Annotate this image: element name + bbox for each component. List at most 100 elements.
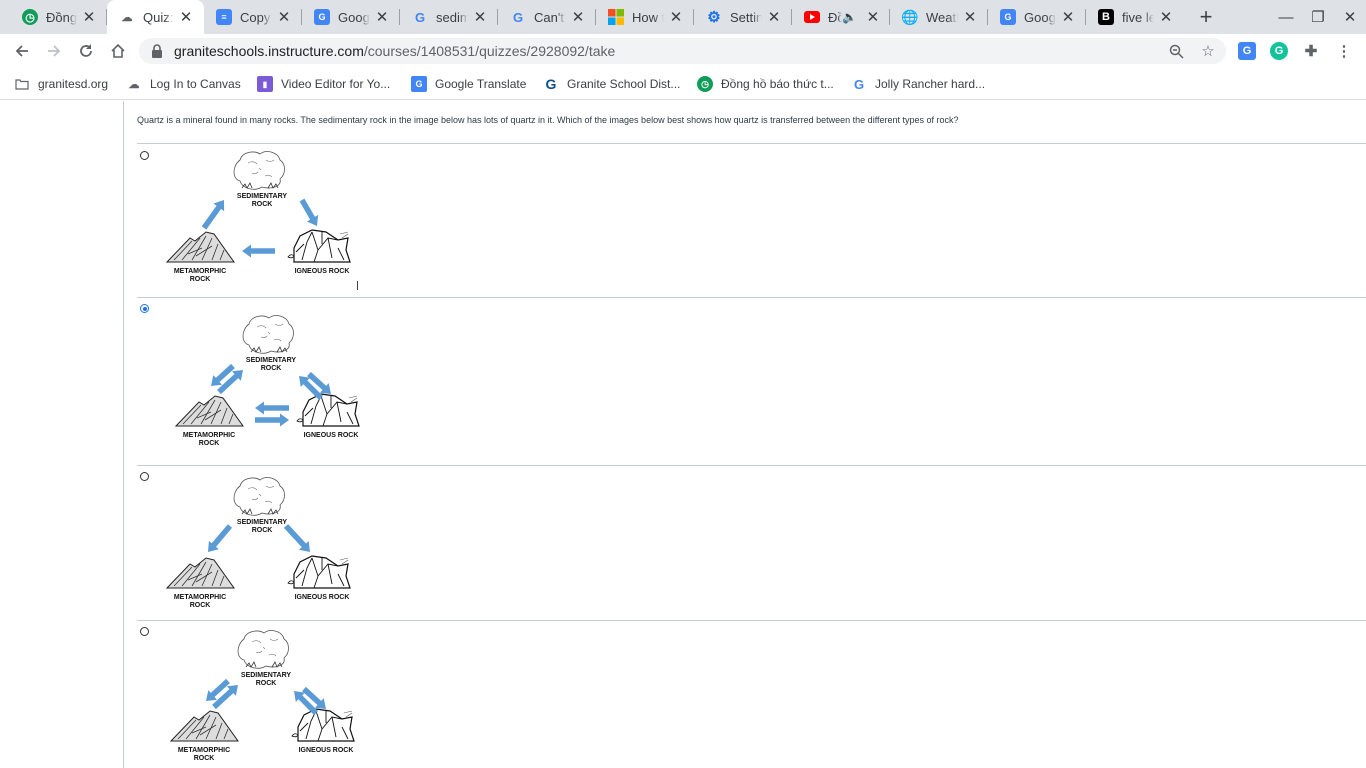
tab-google-translate[interactable]: G Google ✕ (302, 0, 400, 34)
close-icon[interactable]: ✕ (1158, 9, 1174, 26)
tab-five-letter[interactable]: B five letter ✕ (1086, 0, 1184, 34)
bookmark-jolly-rancher[interactable]: G Jolly Rancher hard... (851, 75, 985, 93)
close-icon[interactable]: ✕ (1060, 9, 1076, 26)
tab-settings[interactable]: ⚙ Settings ✕ (694, 0, 792, 34)
forward-button[interactable] (42, 39, 66, 63)
folder-icon (14, 76, 30, 92)
answer-radio-2[interactable] (140, 304, 149, 313)
tab-title: Weather (926, 9, 958, 25)
google-g-icon: G (853, 76, 865, 92)
youtube-icon (804, 9, 820, 25)
igneous-pebble-shape (287, 254, 295, 259)
close-icon[interactable]: ✕ (374, 9, 390, 26)
answer-radio-4[interactable] (140, 627, 149, 636)
tab-dong-ho[interactable]: ◷ Đồng hồ ✕ (10, 0, 107, 34)
close-window-button[interactable]: ✕ (1338, 5, 1362, 29)
google-translate-extension-icon[interactable]: G (1238, 42, 1256, 60)
metamorphic-rock: METAMORPHICROCK (165, 557, 235, 609)
close-icon[interactable]: ✕ (178, 9, 194, 26)
close-icon[interactable]: ✕ (276, 9, 292, 26)
speaker-icon[interactable]: 🔈 (842, 10, 857, 24)
igneous-rock: IGNEOUS ROCK (287, 555, 351, 601)
bookmark-dong-ho[interactable]: ◷ Đồng hồ báo thức t... (697, 75, 834, 93)
bookmark-google-translate[interactable]: G Google Translate (411, 75, 526, 93)
sedimentary-label-line-2: ROCK (256, 680, 277, 687)
bookmark-label: Jolly Rancher hard... (875, 77, 986, 91)
rock-cycle-diagram-2: SEDIMENTARYROCK METAMORPHICROCK IGNEOUS … (174, 315, 360, 447)
close-icon[interactable]: ✕ (962, 9, 978, 26)
bookmark-label: Đồng hồ báo thức t... (721, 77, 834, 91)
tab-title: Can't f (534, 9, 566, 25)
answer-option-2[interactable]: SEDIMENTARY ROCK METAMORPHIC ROCK IGNEOUS … (137, 297, 1366, 465)
metamorphic-rock: METAMORPHICROCK (165, 231, 235, 283)
tab-title: five letter (1122, 9, 1154, 25)
sedimentary-label-line-2: ROCK (261, 365, 282, 372)
bookmark-granitesd[interactable]: granitesd.org (14, 75, 108, 93)
back-button[interactable] (10, 39, 34, 63)
grammarly-icon[interactable]: G (1270, 42, 1288, 60)
tab-cant[interactable]: G Can't f ✕ (498, 0, 596, 34)
metamorphic-label-line-1: METAMORPHIC (183, 432, 235, 439)
igneous-pebble-shape (296, 418, 304, 423)
bookmark-video-editor[interactable]: ▮ Video Editor for Yo... (257, 75, 390, 93)
text-cursor (357, 281, 358, 290)
clock-green-icon: ◷ (697, 76, 713, 92)
menu-kebab-icon[interactable]: ⋮ (1335, 42, 1353, 60)
question-text: Quartz is a mineral found in many rocks.… (137, 115, 959, 125)
answer-option-3[interactable]: SEDIMENTARY ROCK METAMORPHIC ROCK IGNEOUS … (137, 465, 1366, 620)
arrow-shape (242, 244, 275, 258)
tab-google-translate-2[interactable]: G Google ✕ (988, 0, 1086, 34)
igneous-rock: IGNEOUS ROCK (287, 229, 351, 275)
tab-how-to[interactable]: How to ✕ (596, 0, 694, 34)
video-editor-icon: ▮ (257, 76, 273, 92)
sedimentary-label-line-1: SEDIMENTARY (241, 672, 292, 679)
forward-arrow-icon (48, 45, 61, 57)
tab-title: Google (1024, 9, 1056, 25)
close-icon[interactable]: ✕ (81, 9, 97, 26)
url-text[interactable]: graniteschools.instructure.com/courses/1… (174, 43, 615, 59)
answer-radio-3[interactable] (140, 472, 149, 481)
reload-button[interactable] (74, 39, 98, 63)
close-icon[interactable]: ✕ (865, 9, 881, 26)
bookmark-label: Video Editor for Yo... (281, 77, 391, 91)
minimize-button[interactable]: — (1274, 5, 1298, 29)
home-button[interactable] (106, 39, 130, 63)
address-bar[interactable]: graniteschools.instructure.com/courses/1… (139, 38, 1226, 64)
igneous-label: IGNEOUS ROCK (299, 747, 354, 754)
bookmark-canvas[interactable]: ☁ Log In to Canvas (126, 75, 241, 93)
arrow-shape (201, 200, 225, 230)
bookmark-star-icon[interactable]: ☆ (1200, 43, 1216, 60)
arrow-shape (299, 198, 319, 226)
extensions-puzzle-icon[interactable]: ✚ (1302, 42, 1320, 60)
igneous-motion-lines (343, 710, 353, 718)
tab-weather[interactable]: 🌐 Weather ✕ (890, 0, 988, 34)
tab-title: sedimentary (436, 9, 468, 25)
igneous-rock: IGNEOUS ROCK (291, 708, 355, 754)
lock-icon[interactable] (151, 44, 163, 58)
browser-toolbar: graniteschools.instructure.com/courses/1… (0, 34, 1366, 68)
restore-button[interactable]: ❐ (1306, 5, 1330, 29)
close-icon[interactable]: ✕ (766, 9, 782, 26)
close-icon[interactable]: ✕ (570, 9, 586, 26)
sedimentary-rock: SEDIMENTARYROCK (233, 477, 287, 534)
answer-radio-1[interactable] (140, 151, 149, 160)
arrow-shape (255, 401, 289, 415)
zoom-icon[interactable] (1168, 43, 1184, 59)
google-translate-icon: G (1000, 9, 1016, 25)
close-icon[interactable]: ✕ (668, 9, 684, 26)
sedimentary-rock-shape (233, 151, 285, 190)
metamorphic-label-line-2: ROCK (190, 602, 211, 609)
new-tab-button[interactable]: + (1194, 4, 1218, 29)
tab-copy-of[interactable]: ≡ Copy of ✕ (204, 0, 302, 34)
answer-option-1[interactable]: SEDIMENTARY ROCK METAMORPHIC ROCK IGNEOUS … (137, 143, 1366, 296)
sedimentary-rock: SEDIMENTARYROCK (233, 151, 287, 208)
tab-quiz[interactable]: ☁ Quiz: Transfer ✕ (107, 0, 204, 34)
bookmark-granite-district[interactable]: G Granite School Dist... (543, 75, 681, 93)
metamorphic-label-line-2: ROCK (199, 440, 220, 447)
tab-sedimentary[interactable]: G sedimentary ✕ (400, 0, 498, 34)
answer-option-4[interactable]: SEDIMENTARY ROCK METAMORPHIC ROCK IGNEOUS … (137, 620, 1366, 768)
close-icon[interactable]: ✕ (472, 9, 488, 26)
bookmark-label: Granite School Dist... (567, 77, 681, 91)
microsoft-icon (608, 9, 624, 25)
tab-youtube[interactable]: Đồng 🔈 ✕ (792, 0, 890, 34)
